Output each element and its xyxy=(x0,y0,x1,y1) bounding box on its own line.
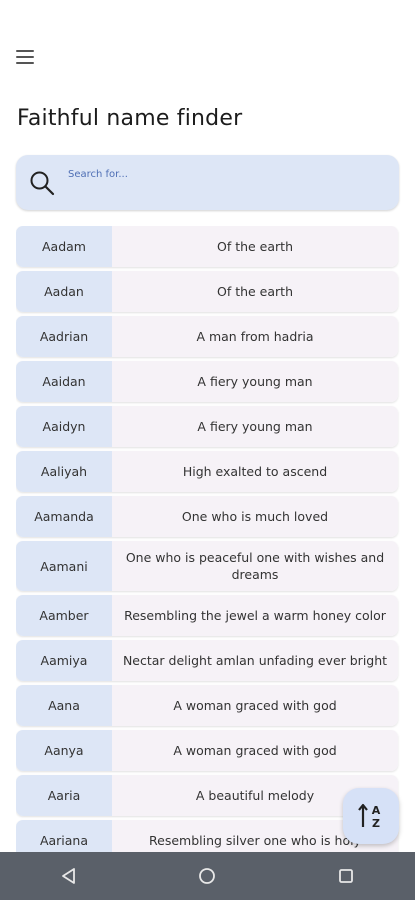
hamburger-menu-icon xyxy=(16,50,34,52)
back-triangle-icon xyxy=(62,868,76,884)
name-row[interactable]: Aaria A beautiful melody xyxy=(16,775,398,816)
meaning-cell: A woman graced with god xyxy=(112,730,398,771)
recents-button[interactable] xyxy=(326,856,366,896)
meaning-cell: A fiery young man xyxy=(112,361,398,402)
name-cell: Aaidan xyxy=(16,361,112,402)
name-list[interactable]: Aadam Of the earth Aadan Of the earth Aadria… xyxy=(16,226,400,852)
name-row[interactable]: Aadrian A man from hadria xyxy=(16,316,398,357)
system-navigation-bar xyxy=(0,852,415,900)
name-cell: Aamani xyxy=(16,541,112,591)
meaning-cell: Of the earth xyxy=(112,226,398,267)
home-button[interactable] xyxy=(187,856,227,896)
name-row[interactable]: Aana A woman graced with god xyxy=(16,685,398,726)
hamburger-menu-icon-line xyxy=(16,62,34,64)
name-cell: Aariana xyxy=(16,820,112,852)
meaning-cell: A fiery young man xyxy=(112,406,398,447)
sort-letter-bottom: Z xyxy=(372,817,380,830)
home-circle-icon xyxy=(199,868,216,884)
search-input[interactable] xyxy=(68,165,388,183)
search-icon xyxy=(30,171,55,196)
name-cell: Aaliyah xyxy=(16,451,112,492)
page-title: Faithful name finder xyxy=(17,106,243,131)
back-button[interactable] xyxy=(49,856,89,896)
name-cell: Aamber xyxy=(16,595,112,636)
name-row[interactable]: Aamber Resembling the jewel a warm honey … xyxy=(16,595,398,636)
sort-letter-top: A xyxy=(372,804,381,817)
name-cell: Aadam xyxy=(16,226,112,267)
name-cell: Aadan xyxy=(16,271,112,312)
name-cell: Aaria xyxy=(16,775,112,816)
name-row[interactable]: Aadam Of the earth xyxy=(16,226,398,267)
name-cell: Aanya xyxy=(16,730,112,771)
name-row[interactable]: Aadan Of the earth xyxy=(16,271,398,312)
hamburger-menu-icon-line xyxy=(16,56,34,58)
meaning-cell: A woman graced with god xyxy=(112,685,398,726)
name-row[interactable]: Aamanda One who is much loved xyxy=(16,496,398,537)
menu-button[interactable] xyxy=(16,44,42,70)
meaning-cell: One who is peaceful one with wishes and … xyxy=(112,541,398,591)
name-row[interactable]: Aaidan A fiery young man xyxy=(16,361,398,402)
name-row[interactable]: Aaidyn A fiery young man xyxy=(16,406,398,447)
sort-button[interactable]: A Z xyxy=(343,788,399,844)
name-cell: Aadrian xyxy=(16,316,112,357)
meaning-cell: High exalted to ascend xyxy=(112,451,398,492)
search-bar[interactable] xyxy=(16,155,399,210)
meaning-cell: Nectar delight amlan unfading ever brigh… xyxy=(112,640,398,681)
name-cell: Aaidyn xyxy=(16,406,112,447)
sort-alphabetical-icon: A Z xyxy=(358,803,381,830)
meaning-cell: One who is much loved xyxy=(112,496,398,537)
recents-square-icon xyxy=(338,869,353,883)
name-row[interactable]: Aamiya Nectar delight amlan unfading ever… xyxy=(16,640,398,681)
meaning-cell: A man from hadria xyxy=(112,316,398,357)
meaning-cell: Resembling the jewel a warm honey color xyxy=(112,595,398,636)
name-row[interactable]: Aamani One who is peaceful one with wishe… xyxy=(16,541,398,591)
name-cell: Aamiya xyxy=(16,640,112,681)
name-row[interactable]: Aanya A woman graced with god xyxy=(16,730,398,771)
meaning-cell: Of the earth xyxy=(112,271,398,312)
name-row[interactable]: Aaliyah High exalted to ascend xyxy=(16,451,398,492)
name-cell: Aana xyxy=(16,685,112,726)
name-row[interactable]: Aariana Resembling silver one who is holy xyxy=(16,820,398,852)
name-cell: Aamanda xyxy=(16,496,112,537)
